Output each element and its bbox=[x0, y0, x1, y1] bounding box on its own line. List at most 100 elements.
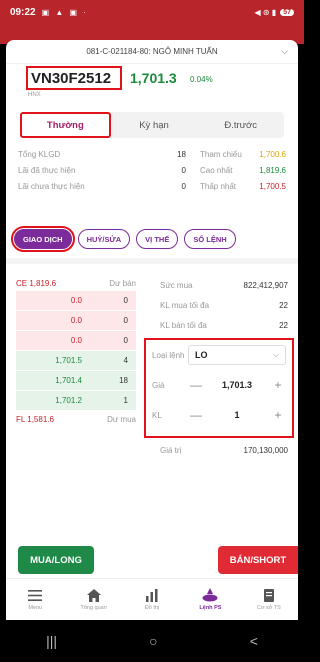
buy-qty: 18 bbox=[119, 376, 128, 385]
info-label-2: Cao nhất bbox=[200, 165, 233, 175]
qty-row: KL — 1 + bbox=[146, 400, 292, 430]
giao-dich-button[interactable]: GIAO DỊCH bbox=[11, 226, 75, 252]
order-type-select[interactable]: LO ⌵ bbox=[188, 345, 286, 365]
symbol-selector[interactable]: VN30F2512 bbox=[26, 66, 122, 90]
info-value: 18 bbox=[177, 149, 186, 159]
price-input[interactable]: 1,701.3 bbox=[204, 380, 270, 390]
sell-row[interactable]: 0.0 0 bbox=[16, 331, 136, 351]
order-value: 170,130,000 bbox=[243, 445, 289, 455]
price-stepper: — 1,701.3 + bbox=[188, 378, 286, 392]
buy-row[interactable]: 1,701.2 1 bbox=[16, 391, 136, 411]
book-footer: FL 1,581.6 Dư mua bbox=[16, 411, 136, 427]
minus-icon[interactable]: — bbox=[188, 378, 204, 392]
nav-chart[interactable]: Đồ thị bbox=[123, 579, 181, 620]
right-info-row: Sức mua 822,412,907 bbox=[160, 275, 288, 295]
nav-overview[interactable]: Tổng quan bbox=[64, 579, 122, 620]
info-row: Tổng KLGD 18 Tham chiếu 1,700.6 bbox=[18, 146, 288, 162]
nav-label: Tổng quan bbox=[80, 605, 107, 611]
right-info-value: 822,412,907 bbox=[243, 280, 289, 290]
tab-dao-truoc[interactable]: Đ.trước bbox=[197, 112, 284, 138]
order-type-tabs: Thường Kỳ hạn Đ.trước bbox=[20, 112, 284, 138]
qty-input[interactable]: 1 bbox=[204, 410, 270, 420]
right-info-row: KL bán tối đa 22 bbox=[160, 315, 288, 335]
nav-label: Lệnh PS bbox=[199, 605, 222, 611]
order-card: 081-C-021184-80: NGÔ MINH TUẤN ⌵ VN30F25… bbox=[6, 40, 298, 620]
order-type-row: Loại lệnh LO ⌵ bbox=[146, 340, 292, 370]
order-action-buttons: GIAO DỊCH HUỶ/SỬA VỊ THẾ SỔ LỆNH bbox=[11, 226, 294, 252]
right-info-label: Sức mua bbox=[160, 280, 193, 290]
right-info-row: KL mua tối đa 22 bbox=[160, 295, 288, 315]
chevron-down-icon: ⌵ bbox=[272, 350, 279, 359]
account-label: 081-C-021184-80: NGÔ MINH TUẤN bbox=[86, 47, 218, 56]
info-value-2: 1,700.5 bbox=[259, 181, 286, 191]
divider bbox=[6, 258, 298, 264]
buy-qty: 1 bbox=[123, 396, 128, 405]
home-icon bbox=[86, 588, 102, 602]
tab-ky-han[interactable]: Kỳ hạn bbox=[111, 112, 198, 138]
vi-the-button[interactable]: VỊ THẾ bbox=[136, 229, 179, 249]
so-lenh-button[interactable]: SỔ LỆNH bbox=[184, 229, 236, 249]
chevron-down-icon: ⌵ bbox=[281, 46, 288, 56]
sell-price: 0.0 bbox=[70, 336, 82, 345]
qty-stepper: — 1 + bbox=[188, 408, 286, 422]
tab-thuong[interactable]: Thường bbox=[20, 112, 111, 138]
symbol-row: VN30F2512 1,701.3 0.04% HNX bbox=[6, 66, 298, 100]
symbol-change: 0.04% bbox=[190, 75, 213, 84]
recent-apps-icon[interactable]: ||| bbox=[46, 633, 57, 649]
right-info-value: 22 bbox=[279, 320, 288, 330]
nav-underlying[interactable]: Cơ sở TS bbox=[240, 579, 298, 620]
home-button-icon[interactable]: ○ bbox=[149, 633, 157, 649]
sell-row[interactable]: 0.0 0 bbox=[16, 291, 136, 311]
sell-header: Dư bán bbox=[109, 278, 136, 288]
symbol-exchange: HNX bbox=[28, 92, 41, 98]
book-header: CE 1,819.6 Dư bán bbox=[16, 275, 136, 291]
battery-icon: 57 bbox=[280, 8, 294, 16]
buy-price: 1,701.4 bbox=[55, 376, 82, 385]
account-selector[interactable]: 081-C-021184-80: NGÔ MINH TUẤN ⌵ bbox=[6, 40, 298, 64]
buy-header: Dư mua bbox=[107, 414, 136, 424]
nav-label: Đồ thị bbox=[144, 605, 160, 611]
nav-label: Menu bbox=[28, 605, 43, 611]
menu-icon bbox=[27, 588, 43, 602]
buy-price: 1,701.5 bbox=[55, 356, 82, 365]
right-info-label: KL mua tối đa bbox=[160, 300, 210, 310]
right-info-value: 22 bbox=[279, 300, 288, 310]
sell-qty: 0 bbox=[123, 316, 128, 325]
chart-icon bbox=[144, 588, 160, 602]
plus-icon[interactable]: + bbox=[270, 408, 286, 422]
sell-price: 0.0 bbox=[70, 316, 82, 325]
buying-power-info: Sức mua 822,412,907 KL mua tối đa 22 KL … bbox=[160, 275, 288, 335]
status-icons: ▣ ▲ ▣ · bbox=[41, 7, 88, 17]
huy-sua-button[interactable]: HUỶ/SỬA bbox=[77, 229, 131, 249]
buy-row[interactable]: 1,701.4 18 bbox=[16, 371, 136, 391]
summary-info: Tổng KLGD 18 Tham chiếu 1,700.6 Lãi đã t… bbox=[18, 146, 288, 194]
minus-icon[interactable]: — bbox=[188, 408, 204, 422]
right-info-label: KL bán tối đa bbox=[160, 320, 207, 330]
signal-icon: ◀ ⊛ ▮ bbox=[254, 7, 277, 17]
ceiling-price: CE 1,819.6 bbox=[16, 278, 57, 288]
info-row: Lãi chưa thực hiện 0 Thấp nhất 1,700.5 bbox=[18, 178, 288, 194]
plus-icon[interactable]: + bbox=[270, 378, 286, 392]
qty-label: KL bbox=[152, 410, 162, 420]
back-icon[interactable]: < bbox=[250, 633, 258, 649]
nav-menu[interactable]: Menu bbox=[6, 579, 64, 620]
buy-row[interactable]: 1,701.5 4 bbox=[16, 351, 136, 371]
android-nav-bar: ||| ○ < bbox=[0, 620, 304, 662]
sell-qty: 0 bbox=[123, 296, 128, 305]
info-label: Tổng KLGD bbox=[18, 149, 61, 159]
price-row: Giá — 1,701.3 + bbox=[146, 370, 292, 400]
symbol-price: 1,701.3 bbox=[130, 70, 177, 86]
order-value-row: Giá trị 170,130,000 bbox=[160, 440, 288, 460]
info-value: 0 bbox=[181, 181, 186, 191]
order-type-value: LO bbox=[195, 350, 208, 360]
bottom-nav: Menu Tổng quan Đồ thị Lệnh PS Cơ sở TS bbox=[6, 578, 298, 620]
info-label-2: Tham chiếu bbox=[200, 149, 242, 159]
sell-row[interactable]: 0.0 0 bbox=[16, 311, 136, 331]
buy-long-button[interactable]: MUA/LONG bbox=[18, 546, 94, 574]
buy-qty: 4 bbox=[123, 356, 128, 365]
sell-short-button[interactable]: BÁN/SHORT bbox=[218, 546, 298, 574]
order-book: CE 1,819.6 Dư bán 0.0 0 0.0 0 0.0 0 1,70… bbox=[16, 275, 136, 427]
nav-derivatives-order[interactable]: Lệnh PS bbox=[181, 579, 239, 620]
submit-actions: MUA/LONG BÁN/SHORT bbox=[6, 546, 298, 576]
order-icon bbox=[202, 588, 218, 602]
